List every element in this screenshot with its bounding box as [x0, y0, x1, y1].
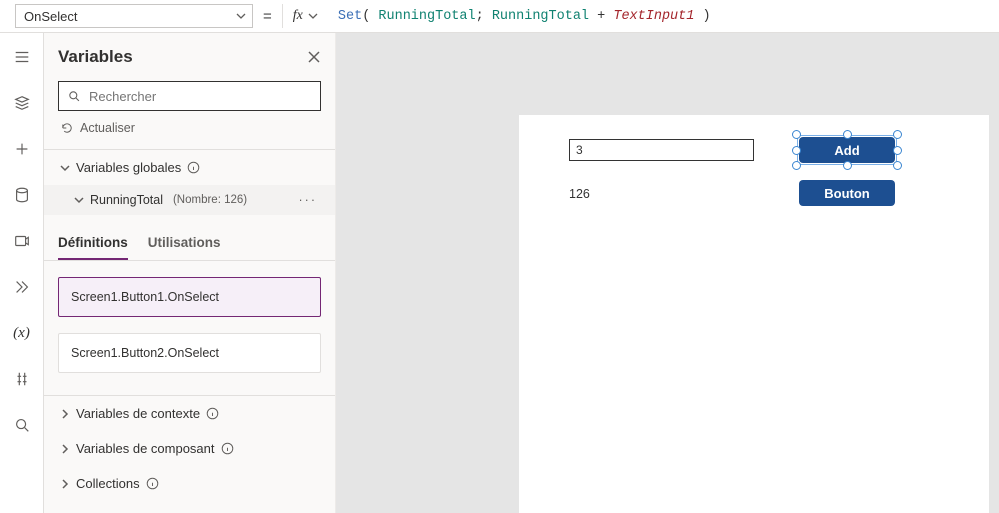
variable-tabs: Définitions Utilisations: [44, 229, 335, 261]
left-rail: (x): [0, 33, 44, 513]
rail-media[interactable]: [8, 227, 36, 255]
rail-insert[interactable]: [8, 135, 36, 163]
rail-powerautomate[interactable]: [8, 273, 36, 301]
variable-row-runningtotal[interactable]: RunningTotal (Nombre: 126) ···: [44, 185, 335, 215]
chevron-down-icon: [236, 11, 246, 21]
rail-treeview[interactable]: [8, 89, 36, 117]
tab-definitions[interactable]: Définitions: [58, 229, 128, 260]
rail-hamburger[interactable]: [8, 43, 36, 71]
chevron-right-icon: [60, 444, 70, 454]
bouton-button[interactable]: Bouton: [799, 180, 895, 206]
section-global-variables[interactable]: Variables globales: [58, 150, 321, 185]
screen-artboard[interactable]: 3 126 Add Bouton: [519, 115, 989, 513]
chevron-down-icon: [60, 163, 70, 173]
rail-search[interactable]: [8, 411, 36, 439]
hamburger-icon: [13, 48, 31, 66]
textinput1[interactable]: 3: [569, 139, 754, 161]
search-icon: [67, 89, 81, 103]
property-dropdown[interactable]: OnSelect: [15, 4, 253, 28]
search-icon: [13, 416, 31, 434]
body: (x) Variables Actualiser Variables globa…: [0, 33, 999, 513]
refresh-button[interactable]: Actualiser: [58, 121, 321, 135]
refresh-label: Actualiser: [80, 121, 135, 135]
chevron-down-icon: [308, 11, 318, 21]
media-icon: [13, 232, 31, 250]
variable-type: (Nombre: 126): [173, 194, 247, 206]
panel-header: Variables: [58, 47, 321, 67]
section-label: Collections: [76, 476, 140, 491]
panel-title: Variables: [58, 47, 133, 67]
info-icon: [187, 161, 200, 174]
formula-token: ): [694, 9, 710, 24]
fx-dropdown[interactable]: fx: [282, 4, 326, 28]
rail-data[interactable]: [8, 181, 36, 209]
add-button[interactable]: Add: [799, 137, 895, 163]
formula-bar: OnSelect = fx Set( RunningTotal; Running…: [0, 0, 999, 33]
section-collections[interactable]: Collections: [58, 466, 321, 501]
search-input[interactable]: [89, 89, 312, 104]
section-label: Variables de composant: [76, 441, 215, 456]
rail-variables[interactable]: (x): [8, 319, 36, 347]
section-component-variables[interactable]: Variables de composant: [58, 431, 321, 466]
fx-label: fx: [293, 8, 303, 24]
formula-token: Set: [338, 9, 362, 24]
variables-icon: (x): [13, 325, 30, 342]
resize-handle[interactable]: [792, 161, 801, 170]
running-total-label[interactable]: 126: [569, 187, 590, 201]
more-icon[interactable]: ···: [299, 193, 318, 207]
formula-input[interactable]: Set( RunningTotal; RunningTotal + TextIn…: [332, 4, 999, 28]
section-label: Variables globales: [76, 160, 181, 175]
info-icon: [206, 407, 219, 420]
property-name: OnSelect: [24, 9, 77, 24]
formula-token: ;: [476, 9, 492, 24]
chevron-right-icon: [60, 409, 70, 419]
formula-token: RunningTotal: [378, 9, 475, 24]
definition-card[interactable]: Screen1.Button2.OnSelect: [58, 333, 321, 373]
textinput-value: 3: [576, 143, 583, 157]
formula-token: RunningTotal: [492, 9, 589, 24]
tools-icon: [13, 370, 31, 388]
resize-handle[interactable]: [893, 161, 902, 170]
info-icon: [221, 442, 234, 455]
refresh-icon: [60, 121, 74, 135]
search-box[interactable]: [58, 81, 321, 111]
variable-name: RunningTotal: [90, 193, 163, 207]
variables-panel: Variables Actualiser Variables globales …: [44, 33, 336, 513]
rail-tools[interactable]: [8, 365, 36, 393]
variable-info: RunningTotal (Nombre: 126): [74, 193, 247, 207]
layers-icon: [13, 94, 31, 112]
section-label: Variables de contexte: [76, 406, 200, 421]
chevron-right-icon: [60, 479, 70, 489]
info-icon: [146, 477, 159, 490]
resize-handle[interactable]: [893, 130, 902, 139]
equals-sign: =: [259, 8, 276, 25]
canvas[interactable]: 3 126 Add Bouton: [336, 33, 999, 513]
section-context-variables[interactable]: Variables de contexte: [58, 396, 321, 431]
close-icon[interactable]: [307, 50, 321, 64]
formula-token: (: [362, 9, 378, 24]
flow-icon: [13, 278, 31, 296]
tab-usages[interactable]: Utilisations: [148, 229, 221, 260]
definition-card[interactable]: Screen1.Button1.OnSelect: [58, 277, 321, 317]
plus-icon: [13, 140, 31, 158]
chevron-down-icon: [74, 195, 84, 205]
formula-token: +: [589, 9, 613, 24]
formula-token: TextInput1: [613, 9, 694, 24]
database-icon: [13, 186, 31, 204]
